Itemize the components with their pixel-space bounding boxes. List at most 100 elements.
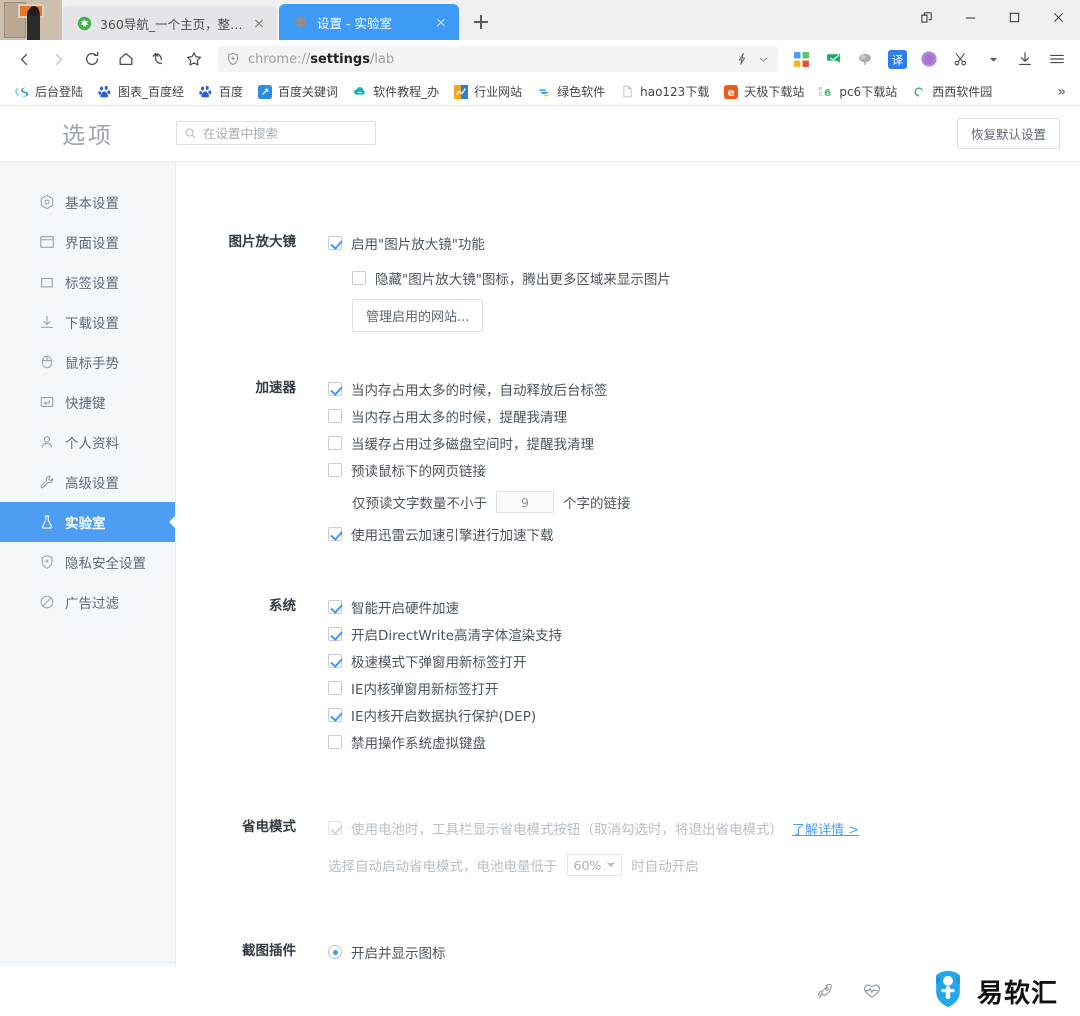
checkbox-remind-cache[interactable] (328, 436, 342, 451)
sidebar-item-adblock[interactable]: 广告过滤 (0, 582, 175, 622)
bookmark-item-3[interactable]: 百度关键词 (251, 81, 344, 102)
checkbox-directwrite[interactable] (328, 627, 342, 642)
checkbox-remind-memory[interactable] (328, 409, 342, 424)
sidebar-item-download[interactable]: 下载设置 (0, 302, 175, 342)
learn-more-link[interactable]: 了解详情 > (792, 819, 859, 838)
option-row-enable-magnifier[interactable]: 启用"图片放大镜"功能 (328, 230, 1080, 257)
gear-favicon (293, 14, 309, 30)
option-row-hw-accel[interactable]: 智能开启硬件加速 (328, 594, 1080, 621)
checkbox-free-bg-tabs[interactable] (328, 382, 342, 397)
sidebar-item-interface[interactable]: 界面设置 (0, 222, 175, 262)
sidebar-item-mouse[interactable]: 鼠标手势 (0, 342, 175, 382)
person-icon (38, 433, 55, 450)
openai-icon[interactable] (914, 44, 944, 74)
close-icon[interactable] (1036, 0, 1080, 34)
restore-down-icon[interactable] (904, 0, 948, 34)
bookmark-item-0[interactable]: 后台登陆 (8, 81, 89, 102)
screenshot-scissors-icon[interactable] (946, 44, 976, 74)
sidebar-item-basic[interactable]: 基本设置 (0, 182, 175, 222)
option-row-free-bg-tabs[interactable]: 当内存占用太多的时候，自动释放后台标签 (328, 376, 1080, 403)
sidebar-item-tabs[interactable]: 标签设置 (0, 262, 175, 302)
chevron-down-icon[interactable] (757, 53, 770, 66)
option-row-screenshot-show[interactable]: 开启并显示图标 (328, 939, 1080, 966)
bookmark-item-2[interactable]: 百度 (192, 81, 249, 102)
checkbox-dep[interactable] (328, 708, 342, 723)
minimize-icon[interactable] (948, 0, 992, 34)
menu-icon[interactable] (1042, 44, 1072, 74)
rocket-icon[interactable] (815, 982, 834, 1001)
blue-doc-icon (257, 84, 273, 100)
sidebar-item-privacy[interactable]: 隐私安全设置 (0, 542, 175, 582)
checkbox-popup-newtab-fast[interactable] (328, 654, 342, 669)
option-row-remind-cache[interactable]: 当缓存占用过多磁盘空间时，提醒我清理 (328, 430, 1080, 457)
checkbox-power-toolbar-button[interactable] (328, 821, 342, 836)
manage-sites-button[interactable]: 管理启用的网站... (352, 298, 484, 332)
bookmarks-overflow-button[interactable]: » (1051, 84, 1072, 100)
option-row-prefetch-hover[interactable]: 预读鼠标下的网页链接 (328, 457, 1080, 484)
heartbeat-icon[interactable] (862, 981, 882, 1001)
checkbox-enable-magnifier[interactable] (328, 236, 342, 251)
option-row-popup-newtab-fast[interactable]: 极速模式下弹窗用新标签打开 (328, 648, 1080, 675)
downloads-icon[interactable] (1010, 44, 1040, 74)
bookmark-item-8[interactable]: e 天极下载站 (717, 81, 810, 102)
prefetch-length-input[interactable] (496, 491, 554, 514)
checkbox-hide-magnifier-icon[interactable] (352, 271, 366, 286)
sidebar-item-label: 界面设置 (65, 235, 119, 252)
search-box[interactable] (176, 121, 376, 146)
browser-tab-0[interactable]: 360导航_一个主页，整个世界 (62, 6, 277, 40)
bookmark-item-6[interactable]: 绿色软件 (530, 81, 611, 102)
checkbox-disable-osk[interactable] (328, 735, 342, 750)
new-tab-button[interactable] (465, 6, 497, 38)
option-row-disable-osk[interactable]: 禁用操作系统虚拟键盘 (328, 729, 1080, 756)
bookmark-item-5[interactable]: 行业网站 (447, 81, 528, 102)
option-row-directwrite[interactable]: 开启DirectWrite高清字体渲染支持 (328, 621, 1080, 648)
option-label: 当内存占用太多的时候，提醒我清理 (351, 410, 567, 427)
maximize-icon[interactable] (992, 0, 1036, 34)
bookmark-item-9[interactable]: PC6 pc6下载站 (812, 81, 903, 102)
tab-close-1[interactable] (433, 14, 449, 30)
option-row-popup-newtab-ie[interactable]: IE内核弹窗用新标签打开 (328, 675, 1080, 702)
toolbar-dropdown-caret[interactable] (978, 44, 1008, 74)
reset-defaults-button[interactable]: 恢复默认设置 (956, 117, 1060, 149)
cloud-disk-icon[interactable] (850, 44, 880, 74)
reload-icon[interactable] (76, 44, 108, 74)
profile-avatar[interactable] (0, 0, 62, 40)
sidebar-item-shortcuts[interactable]: 快捷键 (0, 382, 175, 422)
option-row-power-toolbar-button[interactable]: 使用电池时，工具栏显示省电模式按钮（取消勾选时，将退出省电模式） 了解详情 > (328, 815, 1080, 842)
lightning-icon[interactable] (735, 52, 749, 66)
home-icon[interactable] (110, 44, 142, 74)
bookmark-item-10[interactable]: 西西软件园 (905, 81, 998, 102)
address-bar[interactable]: chrome://settings/lab (218, 46, 778, 72)
sidebar-item-profile[interactable]: 个人资料 (0, 422, 175, 462)
back-icon[interactable] (8, 44, 40, 74)
forward-icon[interactable] (42, 44, 74, 74)
translate-icon[interactable]: 译 (882, 44, 912, 74)
checkbox-hw-accel[interactable] (328, 600, 342, 615)
tab-icon (38, 273, 55, 290)
checkbox-xunlei-accel[interactable] (328, 527, 342, 542)
browser-tab-1[interactable]: 设置 - 实验室 (279, 4, 459, 40)
bookmark-item-7[interactable]: hao123下载 (613, 81, 715, 102)
checkbox-popup-newtab-ie[interactable] (328, 681, 342, 696)
tab-close-0[interactable] (251, 15, 267, 31)
orange-chart-icon (453, 84, 469, 100)
star-icon[interactable] (178, 44, 210, 74)
option-row-xunlei-accel[interactable]: 使用迅雷云加速引擎进行加速下载 (328, 521, 1080, 548)
wechat-icon[interactable] (818, 44, 848, 74)
sidebar-item-lab[interactable]: 实验室 (0, 501, 175, 542)
microsoft-apps-icon[interactable] (786, 44, 816, 74)
option-row-dep[interactable]: IE内核开启数据执行保护(DEP) (328, 702, 1080, 729)
bookmark-item-1[interactable]: 图表_百度经 (91, 81, 190, 102)
checkbox-prefetch-hover[interactable] (328, 463, 342, 478)
battery-threshold-select[interactable]: 60% (566, 854, 623, 877)
option-row-remind-memory[interactable]: 当内存占用太多的时候，提醒我清理 (328, 403, 1080, 430)
radio-screenshot-show[interactable] (328, 945, 342, 960)
option-label: 当缓存占用过多磁盘空间时，提醒我清理 (351, 437, 594, 454)
bookmark-item-4[interactable]: 软件教程_办 (346, 81, 445, 102)
sidebar-item-advanced[interactable]: 高级设置 (0, 462, 175, 502)
search-input[interactable] (203, 125, 368, 141)
undo-icon[interactable] (144, 44, 176, 74)
option-row-hide-magnifier-icon[interactable]: 隐藏"图片放大镜"图标，腾出更多区域来显示图片 (328, 265, 1080, 292)
settings-sidebar: 基本设置 界面设置 标签设置 下载设置 鼠标手势 快捷键 个人资料 高级设置 实… (0, 161, 176, 1016)
shield-plus-icon (226, 52, 240, 66)
